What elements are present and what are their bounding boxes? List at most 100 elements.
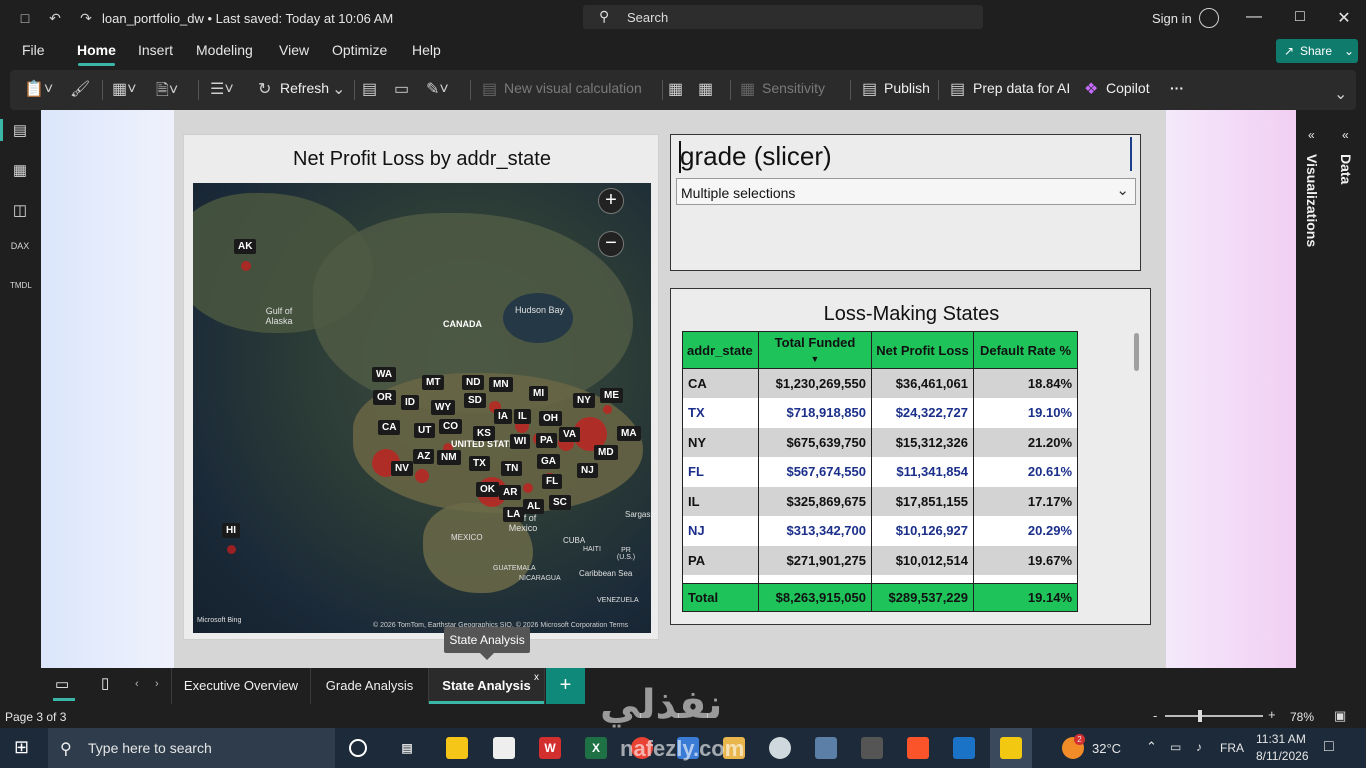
sign-in-link[interactable]: Sign in [1152,11,1192,26]
table-view-icon[interactable]: ▦ [10,161,30,181]
vscode-icon[interactable] [953,737,975,759]
expand-data-icon[interactable]: « [1342,128,1349,142]
format-painter-icon[interactable]: 🖌 [70,79,90,99]
text-box-icon[interactable]: ▭ [394,79,409,99]
share-button[interactable]: ↗ Share ⌄ [1276,39,1358,63]
refresh-button[interactable]: Refresh [280,80,329,96]
fit-page-icon[interactable]: ▣ [1334,708,1346,724]
chevron-up-icon[interactable]: ⌃ [1146,739,1157,755]
wps-office-icon[interactable]: W [539,737,561,759]
paste-icon[interactable]: 📋˅ [24,79,53,99]
zoom-out-button[interactable]: - [1153,708,1157,723]
postgres-icon[interactable] [815,737,837,759]
tab-executive-overview[interactable]: Executive Overview [171,668,311,704]
slicer-dropdown[interactable]: Multiple selections ⌄ [676,178,1136,205]
map-canvas[interactable]: CANADA Hudson Bay Gulf of Alaska UNITED … [193,183,651,633]
close-icon[interactable]: ✕ [1334,8,1354,28]
file-icon[interactable] [493,737,515,759]
close-tab-icon[interactable]: x [534,672,539,683]
table-scrollbar[interactable] [1134,333,1139,371]
volume-icon[interactable]: ♪ [1196,740,1202,754]
dax-query-icon[interactable]: DAX [10,241,30,261]
prev-page-icon[interactable]: ‹ [135,678,139,690]
battery-icon[interactable]: ▭ [1170,740,1181,754]
menu-view[interactable]: View [279,42,309,58]
minimize-icon[interactable]: — [1244,8,1264,26]
tab-grade-analysis[interactable]: Grade Analysis [311,668,429,704]
grade-slicer[interactable]: grade (slicer) Multiple selections ⌄ [670,134,1141,271]
desktop-layout-icon[interactable]: ▭ [55,675,69,693]
column-header-state[interactable]: addr_state [682,331,759,369]
calculator-icon[interactable]: ▦ [668,79,683,99]
terminal-icon[interactable] [861,737,883,759]
taskbar-search[interactable]: ⚲ Type here to search [48,728,335,768]
data-source-icon[interactable]: 🗎˅ [156,79,178,106]
bubble-ak[interactable] [241,261,251,271]
sticky-notes-icon[interactable] [446,737,468,759]
brave-icon[interactable] [907,737,929,759]
menu-file[interactable]: File [22,42,45,58]
loss-making-states-table[interactable]: Loss-Making States addr_state Total Fund… [670,288,1151,625]
task-view-icon[interactable]: ▤ [396,737,418,759]
column-header-default-rate[interactable]: Default Rate % [973,331,1078,369]
table-row[interactable]: NJ $313,342,700 $10,126,927 20.29% [682,516,1078,546]
menu-modeling[interactable]: Modeling [196,42,253,58]
table-row[interactable]: IL $325,869,675 $17,851,155 17.17% [682,486,1078,516]
avatar-icon[interactable] [1199,8,1219,28]
collapse-ribbon-icon[interactable]: ⌄ [1334,84,1347,104]
tab-state-analysis[interactable]: State Analysis [429,668,545,704]
table-row[interactable]: FL $567,674,550 $11,341,854 20.61% [682,457,1078,487]
menu-help[interactable]: Help [412,42,441,58]
new-visual-icon[interactable]: ▤ [362,79,377,99]
temperature[interactable]: 32°C [1092,741,1121,756]
app-icon[interactable] [769,737,791,759]
model-view-icon[interactable]: ◫ [10,201,30,221]
map-visual[interactable]: Net Profit Loss by addr_state CANADA Hud… [183,134,659,640]
search-box[interactable]: ⚲ Search [583,5,983,29]
bubble-al[interactable] [523,483,533,493]
publish-button[interactable]: Publish [884,80,930,96]
bubble-az[interactable] [415,469,429,483]
notifications-icon[interactable]: □ [1324,738,1334,756]
menu-home[interactable]: Home [77,42,116,58]
cortana-icon[interactable] [349,739,367,757]
more-visuals-icon[interactable]: ✎˅ [426,79,449,99]
bubble-me[interactable] [603,405,612,414]
zoom-out-icon[interactable]: − [598,231,624,257]
transform-icon[interactable]: ☰˅ [210,79,234,99]
redo-icon[interactable]: ↷ [78,10,94,26]
add-page-button[interactable]: + [546,668,585,704]
undo-icon[interactable]: ↶ [47,10,63,26]
column-header-net-profit-loss[interactable]: Net Profit Loss [871,331,974,369]
clock-date[interactable]: 8/11/2026 [1256,749,1309,763]
more-options-icon[interactable]: ··· [1170,80,1184,96]
maximize-icon[interactable]: □ [1290,8,1310,26]
file-title[interactable]: loan_portfolio_dw • Last saved: Today at… [102,11,393,26]
quick-measure-icon[interactable]: ▦ [698,79,713,99]
expand-visualizations-icon[interactable]: « [1308,128,1315,142]
zoom-in-button[interactable]: + [1268,707,1276,722]
bubble-hi[interactable] [227,545,236,554]
save-icon[interactable]: □ [17,10,33,26]
table-row[interactable]: TX $718,918,850 $24,322,727 19.10% [682,398,1078,428]
copilot-button[interactable]: Copilot [1106,80,1150,96]
zoom-level[interactable]: 78% [1290,710,1314,724]
chevron-down-icon[interactable]: ⌄ [332,79,345,99]
zoom-in-icon[interactable]: + [598,188,624,214]
zoom-slider[interactable] [1165,715,1263,717]
column-header-total-funded[interactable]: Total Funded ▼ [758,331,872,369]
menu-optimize[interactable]: Optimize [332,42,387,58]
tmdl-view-icon[interactable]: TMDL [10,281,32,301]
menu-insert[interactable]: Insert [138,42,173,58]
clock-time[interactable]: 11:31 AM [1256,732,1306,746]
zoom-slider-thumb[interactable] [1198,710,1202,722]
table-row[interactable]: CA $1,230,269,550 $36,461,061 18.84% [682,368,1078,398]
report-view-icon[interactable]: ▤ [10,121,30,141]
table-row[interactable]: NY $675,639,750 $15,312,326 21.20% [682,427,1078,457]
windows-start-icon[interactable]: ⊞ [14,737,29,758]
language-indicator[interactable]: FRA [1220,741,1244,755]
next-page-icon[interactable]: › [155,678,159,690]
mobile-layout-icon[interactable]: ▯ [101,674,109,692]
visualizations-pane-tab[interactable]: Visualizations [1304,154,1320,247]
data-pane-tab[interactable]: Data [1338,154,1354,184]
